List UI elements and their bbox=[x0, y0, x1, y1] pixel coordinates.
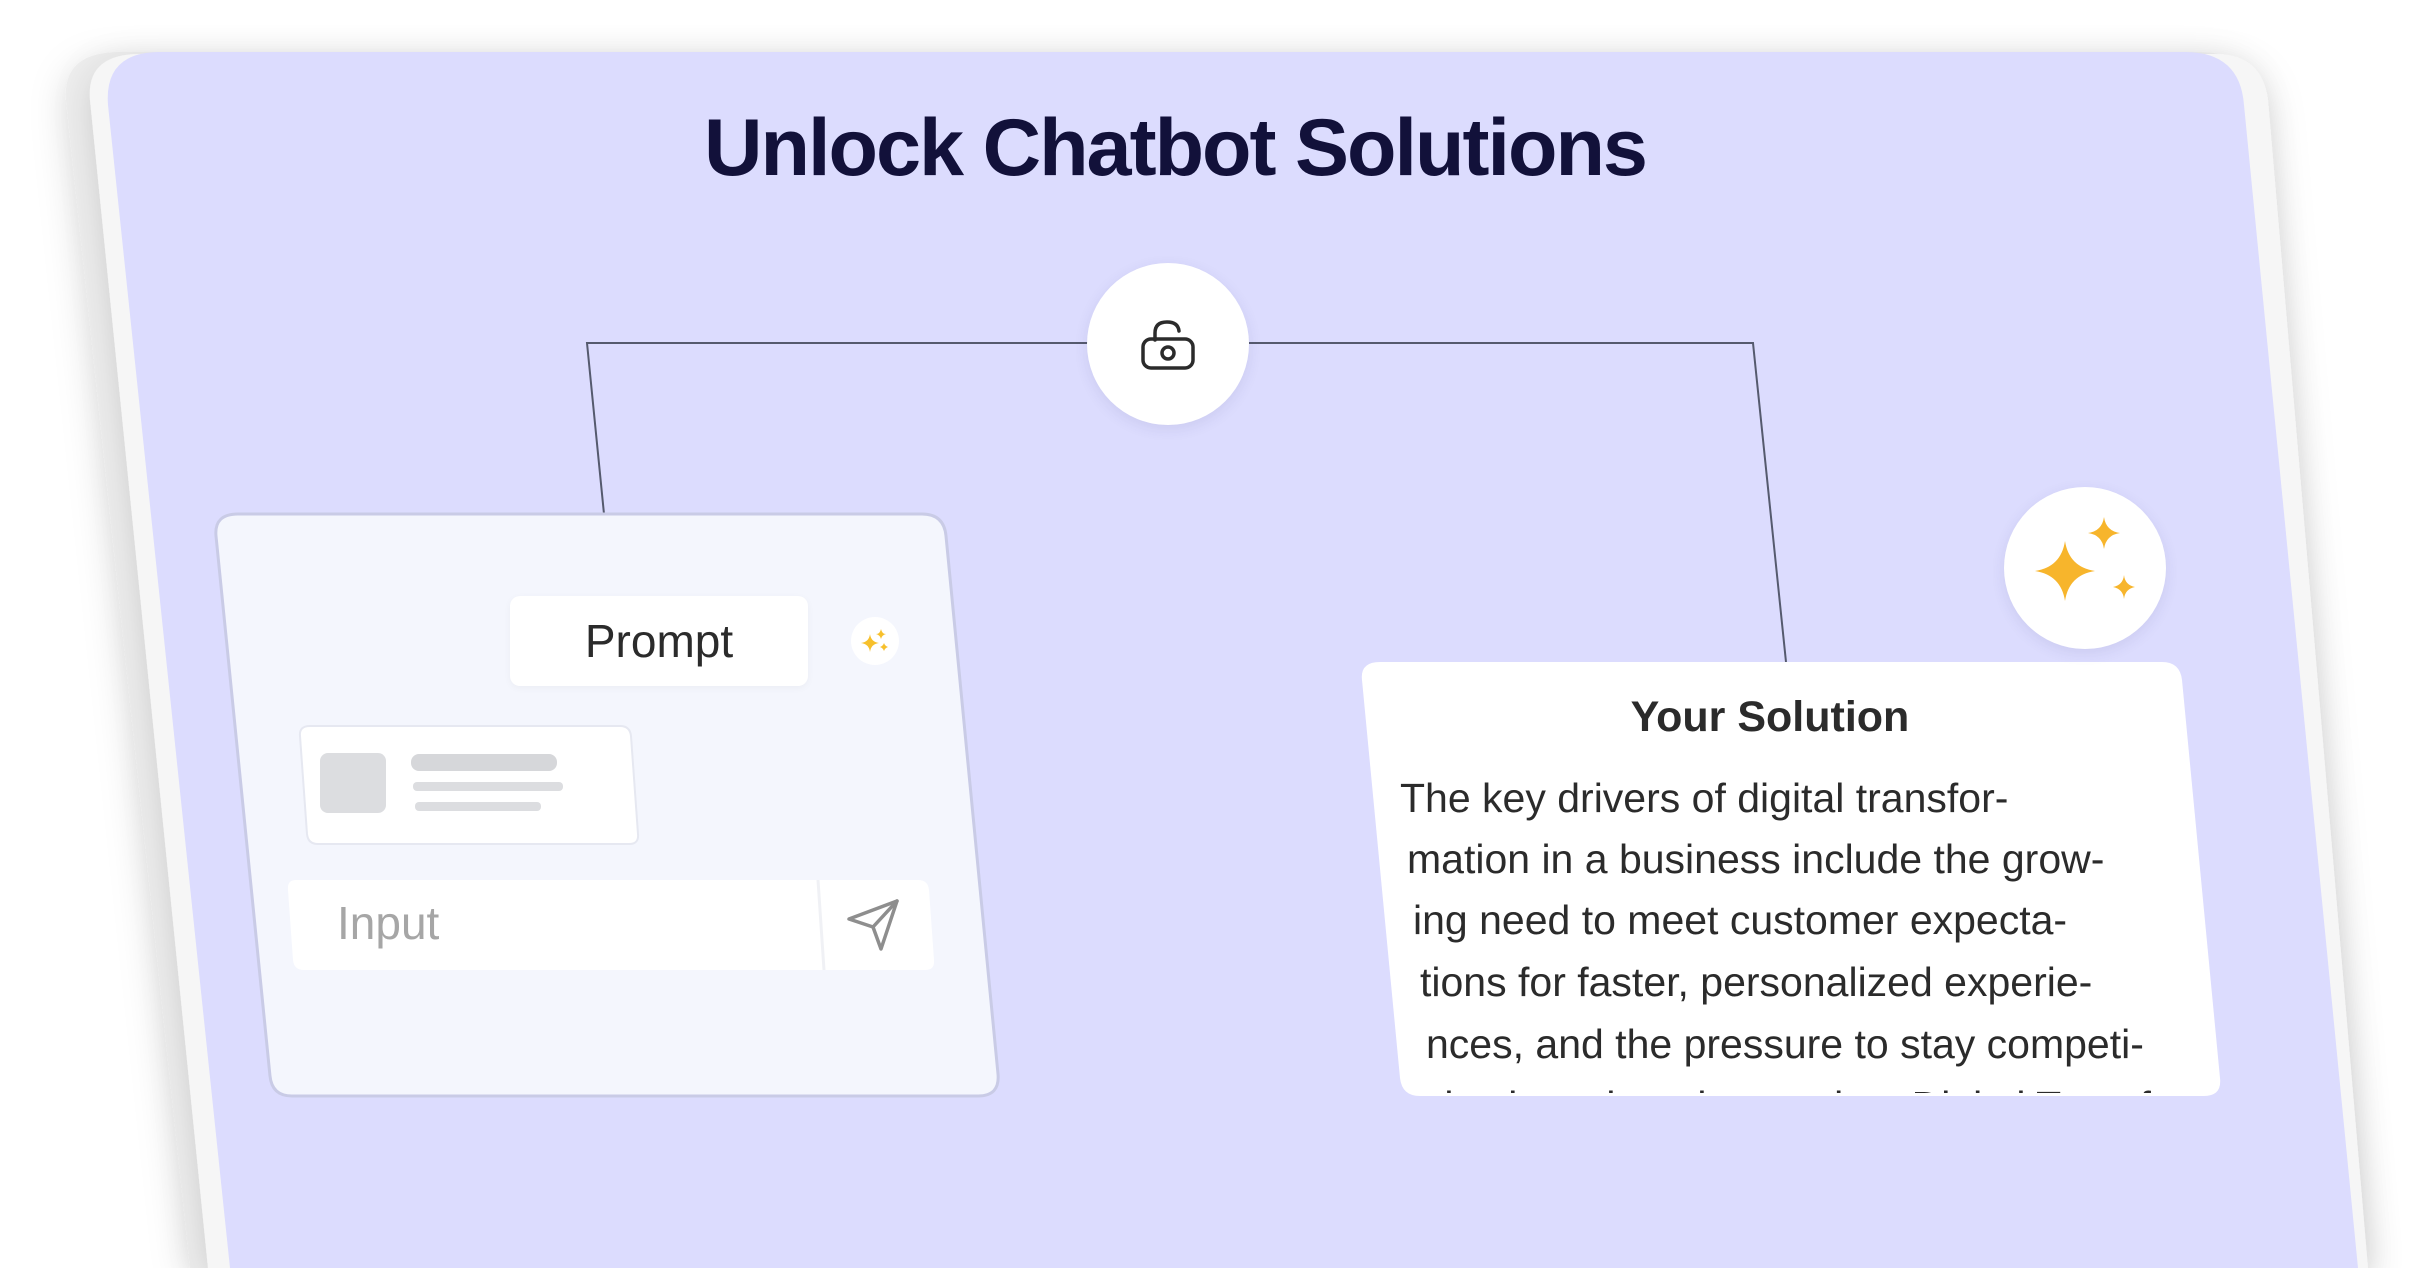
sparkles-icon bbox=[861, 629, 888, 652]
solution-text-line: tive in a changing market. Digital Trans… bbox=[1433, 1083, 2201, 1093]
chat-response-line bbox=[411, 754, 557, 771]
lock-node bbox=[1087, 263, 1249, 425]
solution-text-line: tions for faster, personalized experie- bbox=[1420, 959, 2093, 1005]
solution-text-line: The key drivers of digital transfor- bbox=[1400, 775, 2009, 821]
page-title: Unlock Chatbot Solutions bbox=[704, 103, 1648, 193]
prompt-bubble: Prompt bbox=[510, 596, 808, 686]
solution-text-line: ing need to meet customer expecta- bbox=[1413, 897, 2068, 943]
solution-text: The key drivers of digital transfor- mat… bbox=[1385, 765, 2225, 1093]
solution-text-line: mation in a business include the grow- bbox=[1407, 836, 2105, 882]
paper-plane-send-icon[interactable] bbox=[843, 895, 903, 955]
unlocked-padlock-icon bbox=[1141, 320, 1195, 370]
chat-response-thumbnail bbox=[320, 753, 386, 813]
illustration-stage: Unlock Chatbot Solutions Prompt Input Yo… bbox=[0, 0, 2417, 1268]
solution-title: Your Solution bbox=[1630, 693, 1910, 741]
sparkle-node bbox=[2004, 487, 2166, 649]
chat-response-line bbox=[415, 802, 541, 811]
chat-response-line bbox=[413, 782, 563, 791]
prompt-sparkle-badge bbox=[851, 617, 899, 665]
solution-text-line: nces, and the pressure to stay competi- bbox=[1426, 1021, 2144, 1067]
chat-input-placeholder: Input bbox=[337, 897, 440, 949]
sparkles-icon bbox=[2035, 517, 2135, 601]
